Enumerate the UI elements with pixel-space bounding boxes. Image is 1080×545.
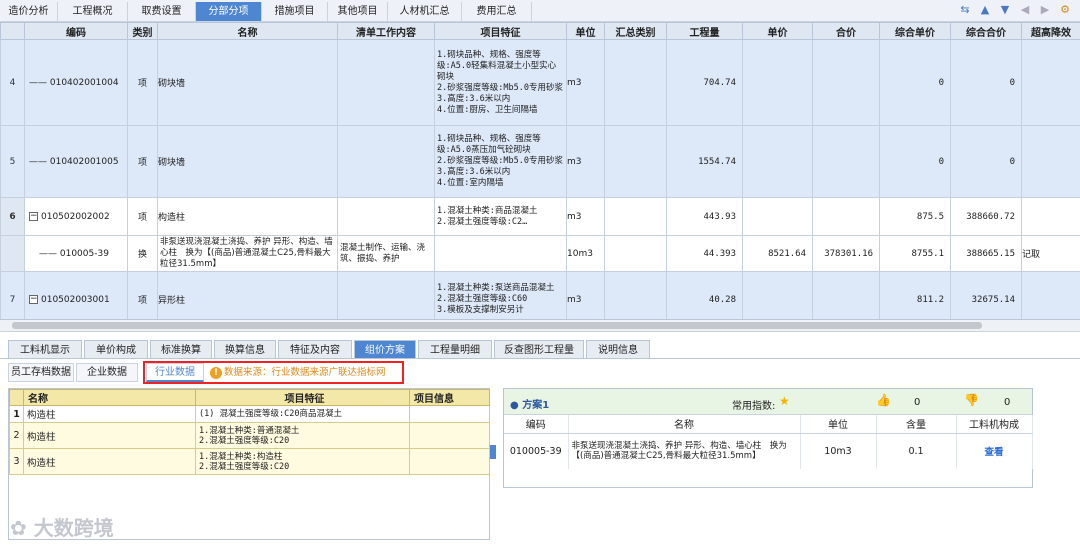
table-row[interactable]: 1 构造柱 (1) 混凝土强度等级:C20商品混凝土: [9, 405, 490, 423]
col-composite-total[interactable]: 综合合价: [950, 22, 1022, 40]
col-unit: 单位: [800, 415, 877, 434]
top-tab-bar: 造价分析 工程概况 取费设置 分部分项 措施项目 其他项目 人材机汇总 费用汇总…: [0, 0, 1080, 22]
detail-tab-bar: 工料机显示 单价构成 标准换算 换算信息 特征及内容 组价方案 工程量明细 反查…: [0, 338, 1080, 359]
col-total-price[interactable]: 合价: [812, 22, 880, 40]
toolbar-icons: ⇆ ▲ ▼ ◀ ▶ ⚙: [958, 3, 1072, 19]
star-icon[interactable]: ★: [779, 394, 790, 408]
tab-other-items[interactable]: 其他项目: [328, 2, 388, 21]
tab-fee-settings[interactable]: 取费设置: [128, 2, 196, 21]
tab-features-content[interactable]: 特征及内容: [278, 340, 352, 359]
tab-pricing-scheme[interactable]: 组价方案: [354, 340, 416, 359]
col-type[interactable]: 类别: [127, 22, 158, 40]
panel-splitter[interactable]: [490, 445, 496, 459]
tab-cost-analysis[interactable]: 造价分析: [0, 2, 58, 21]
col-features[interactable]: 项目特征: [195, 389, 410, 406]
table-row[interactable]: 7 −010502003001 项 异形柱 1.混凝土种类:泵送商品混凝土 2.…: [0, 271, 1080, 319]
col-composition: 工料机构成: [956, 415, 1033, 434]
tab-description-info[interactable]: 说明信息: [586, 340, 650, 359]
col-project-info[interactable]: 项目信息: [409, 389, 490, 406]
table-header-row: 编码 类别 名称 清单工作内容 项目特征 单位 汇总类别 工程量 单价 合价 综…: [0, 22, 1080, 40]
col-code: 编码: [504, 415, 569, 434]
tab-conversion-info[interactable]: 换算信息: [214, 340, 276, 359]
table-row[interactable]: 010005-39 非泵送现浇混凝土浇捣、养护 异形、构造、墙心柱 换为【(商品…: [504, 433, 1033, 469]
table-row[interactable]: 2 构造柱 1.混凝土种类:普通混凝土 2.混凝土强度等级:C20: [9, 422, 490, 449]
tab-project-overview[interactable]: 工程概况: [58, 2, 128, 21]
tab-enterprise-data[interactable]: 企业数据: [76, 363, 138, 382]
table-row[interactable]: 3 构造柱 1.混凝土种类:构造柱 2.混凝土强度等级:C20: [9, 448, 490, 475]
col-work-content[interactable]: 清单工作内容: [337, 22, 435, 40]
move-up-icon[interactable]: ▲: [978, 3, 992, 19]
col-unit-price[interactable]: 单价: [742, 22, 813, 40]
col-content: 含量: [876, 415, 957, 434]
horizontal-scrollbar[interactable]: [0, 320, 1080, 332]
col-code[interactable]: 编码: [24, 22, 128, 40]
col-features[interactable]: 项目特征: [434, 22, 567, 40]
tab-quantity-detail[interactable]: 工程量明细: [418, 340, 492, 359]
col-composite-price[interactable]: 综合单价: [879, 22, 951, 40]
tab-measures[interactable]: 措施项目: [262, 2, 328, 21]
col-name[interactable]: 名称: [157, 22, 338, 40]
col-unit[interactable]: 单位: [566, 22, 605, 40]
scheme-title: ● 方案1: [510, 400, 550, 411]
table-header-row: 名称 项目特征 项目信息: [9, 389, 490, 406]
scrollbar-thumb[interactable]: [12, 322, 982, 329]
tab-sub-items[interactable]: 分部分项: [196, 2, 262, 21]
watermark-logo: ✿ 大数跨境: [10, 516, 114, 540]
scheme-table: 编码 名称 单位 含量 工料机构成 010005-39 非泵送现浇混凝土浇捣、养…: [504, 415, 1033, 469]
collapse-icon[interactable]: −: [29, 294, 38, 304]
col-quantity[interactable]: 工程量: [666, 22, 743, 40]
tab-labor-material-display[interactable]: 工料机显示: [8, 340, 82, 359]
move-down-icon[interactable]: ▼: [998, 3, 1012, 19]
collapse-icon[interactable]: −: [29, 211, 38, 221]
tab-standard-conversion[interactable]: 标准换算: [150, 340, 212, 359]
table-row-subitem[interactable]: —— 010005-39 换 非泵送现浇混凝土浇捣、养护 异形、构造、墙心柱 换…: [0, 235, 1080, 272]
scheme-panel: ● 方案1 常用指数: ★ 👍 0 👎 0 编码 名称 单位 含量 工料机构成 …: [503, 388, 1033, 488]
tab-labor-material-summary[interactable]: 人材机汇总: [388, 2, 462, 21]
tab-employee-archive[interactable]: 员工存档数据: [8, 363, 74, 382]
arrow-left-icon[interactable]: ◀: [1018, 3, 1032, 19]
sub-items-table: 编码 类别 名称 清单工作内容 项目特征 单位 汇总类别 工程量 单价 合价 综…: [0, 22, 1080, 319]
table-header-row: 编码 名称 单位 含量 工料机构成: [504, 415, 1033, 434]
table-row[interactable]: 4 —— 010402001004 项 砌块墙 1.砌块品种、规格、强度等级:A…: [0, 39, 1080, 126]
col-height-reduction[interactable]: 超高降效: [1021, 22, 1080, 40]
table-row-selected[interactable]: 6 −010502002002 项 构造柱 1.混凝土种类:商品混凝土 2.混凝…: [0, 197, 1080, 236]
view-link[interactable]: 查看: [956, 433, 1033, 469]
thumbs-up-icon[interactable]: 👍: [876, 393, 891, 407]
tab-cost-summary[interactable]: 费用汇总: [462, 2, 532, 21]
table-row[interactable]: 5 —— 010402001005 项 砌块墙 1.砌块品种、规格、强度等级:A…: [0, 125, 1080, 198]
arrow-right-icon[interactable]: ▶: [1038, 3, 1052, 19]
scheme-header: ● 方案1 常用指数: ★ 👍 0 👎 0: [504, 389, 1032, 415]
settings-icon[interactable]: ⚙: [1058, 3, 1072, 19]
tab-reverse-graphic-quantity[interactable]: 反查图形工程量: [494, 340, 584, 359]
col-name[interactable]: 名称: [23, 389, 196, 406]
thumbs-down-icon[interactable]: 👎: [964, 393, 979, 407]
tab-unit-price-composition[interactable]: 单价构成: [84, 340, 148, 359]
align-icon[interactable]: ⇆: [958, 3, 972, 19]
industry-data-table: 名称 项目特征 项目信息 1 构造柱 (1) 混凝土强度等级:C20商品混凝土 …: [9, 389, 490, 475]
col-name: 名称: [568, 415, 801, 434]
highlight-box: [143, 361, 404, 384]
sub-items-grid: 编码 类别 名称 清单工作内容 项目特征 单位 汇总类别 工程量 单价 合价 综…: [0, 22, 1080, 320]
col-summary-type[interactable]: 汇总类别: [604, 22, 667, 40]
